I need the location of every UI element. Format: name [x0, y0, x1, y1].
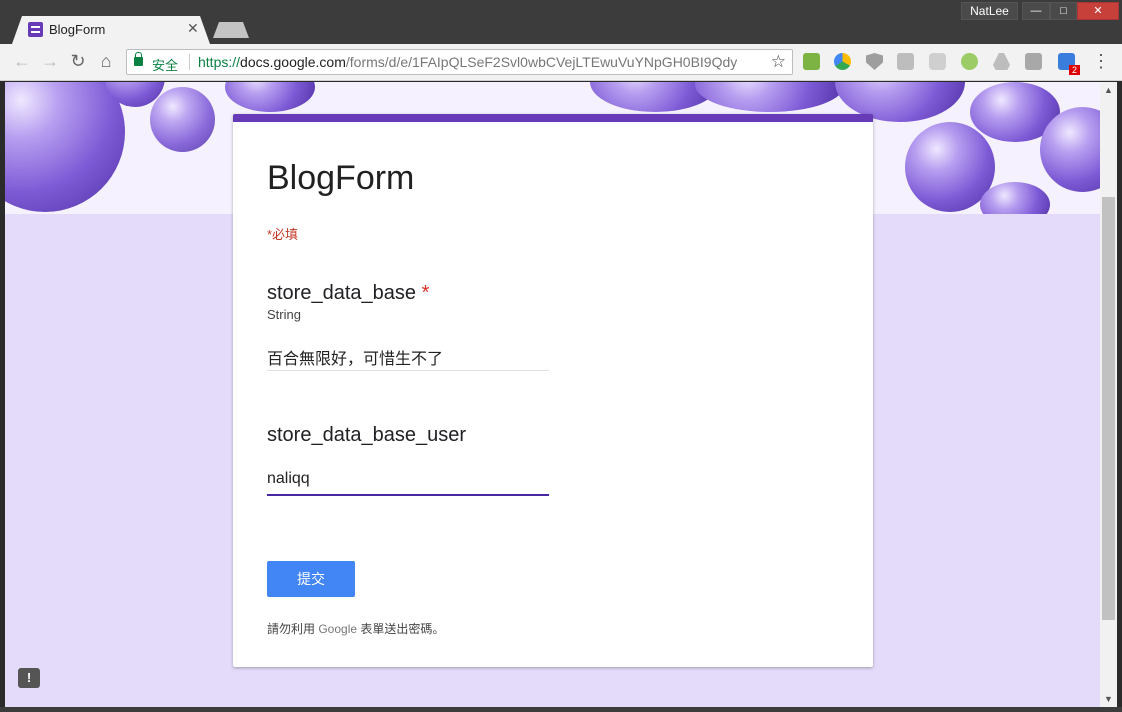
omnibox-divider [189, 54, 190, 70]
drive-icon[interactable] [993, 53, 1010, 70]
answer-value: naliqq [267, 470, 310, 487]
profile-button[interactable]: NatLee [961, 2, 1018, 20]
reload-icon[interactable]: ↻ [66, 50, 90, 74]
required-asterisk: * [421, 282, 430, 304]
banner-bubble [980, 182, 1050, 214]
more-vert-icon[interactable]: ⋮ [1092, 51, 1110, 72]
banner-bubble [5, 82, 125, 212]
bookmark-star-icon[interactable]: ☆ [767, 52, 786, 72]
footer-prefix: 請勿利用 [267, 622, 319, 636]
forward-arrow-icon[interactable]: → [38, 50, 62, 74]
page-viewport: BlogForm *必填 store_data_base * String 百合… [5, 82, 1100, 707]
browser-toolbar: ← → ↻ ⌂ 安全 https://docs.google.com/forms… [0, 44, 1122, 81]
question-description: String [267, 307, 301, 322]
chat-bubble-icon[interactable] [961, 53, 978, 70]
google-forms-icon [28, 22, 43, 37]
lock-icon [134, 52, 143, 66]
scroll-up-arrow-icon[interactable]: ▲ [1104, 85, 1113, 95]
tab-blogform[interactable]: BlogForm ✕ [12, 16, 210, 44]
footer-suffix: 表單送出密碼。 [357, 622, 445, 636]
extension-badge: 2 [1069, 65, 1081, 75]
url-path: /forms/d/e/1FAIpQLSeF2Svl0wbCVejLTEwuVuY… [345, 54, 738, 70]
title-bar: BlogForm ✕ NatLee — □ ✕ [0, 0, 1122, 44]
submit-button[interactable]: 提交 [267, 561, 355, 597]
question-title: store_data_base_user [267, 424, 466, 447]
new-tab-button[interactable] [213, 22, 249, 38]
form-title: BlogForm [267, 159, 415, 197]
screen-capture-icon[interactable] [897, 53, 914, 70]
camera-icon[interactable] [929, 53, 946, 70]
store-data-base-user-input[interactable]: naliqq [267, 464, 549, 496]
tab-title: BlogForm [49, 22, 106, 37]
back-arrow-icon[interactable]: ← [10, 50, 34, 74]
scroll-down-arrow-icon[interactable]: ▼ [1104, 694, 1113, 704]
url-scheme: https:// [198, 54, 241, 70]
window-frame-bottom [0, 707, 1122, 712]
drive-color-icon[interactable] [834, 53, 851, 70]
banner-bubble [150, 87, 215, 152]
password-warning: 請勿利用 Google 表單送出密碼。 [267, 620, 444, 637]
required-note: *必填 [267, 227, 299, 242]
pdf-icon[interactable] [1025, 53, 1042, 70]
banner-bubble [225, 82, 315, 112]
secure-label: 安全 [152, 58, 179, 73]
url-text[interactable]: https://docs.google.com/forms/d/e/1FAIpQ… [198, 54, 737, 70]
tab-close-icon[interactable]: ✕ [187, 20, 199, 37]
home-icon[interactable]: ⌂ [94, 50, 118, 74]
scrollbar[interactable]: ▲ ▼ [1100, 82, 1117, 707]
question-title: store_data_base * [267, 282, 429, 305]
maximize-button[interactable]: □ [1050, 2, 1077, 20]
minimize-button[interactable]: — [1022, 2, 1050, 20]
address-bar[interactable]: 安全 https://docs.google.com/forms/d/e/1FA… [126, 49, 793, 75]
shield-icon[interactable] [866, 53, 883, 70]
question-label: store_data_base_user [267, 424, 467, 446]
footer-brand: Google [318, 622, 358, 636]
question-label: store_data_base [267, 282, 417, 304]
feedback-icon[interactable]: ! [18, 668, 40, 688]
banner-bubble [695, 82, 845, 112]
pushbullet-icon[interactable] [803, 53, 820, 70]
scroll-thumb[interactable] [1102, 197, 1115, 620]
url-host: docs.google.com [240, 54, 346, 70]
close-window-button[interactable]: ✕ [1077, 2, 1119, 20]
answer-value: 百合無限好，可惜生不了 [267, 351, 444, 368]
store-data-base-input[interactable]: 百合無限好，可惜生不了 [267, 339, 549, 371]
form-card: BlogForm *必填 store_data_base * String 百合… [233, 114, 873, 667]
